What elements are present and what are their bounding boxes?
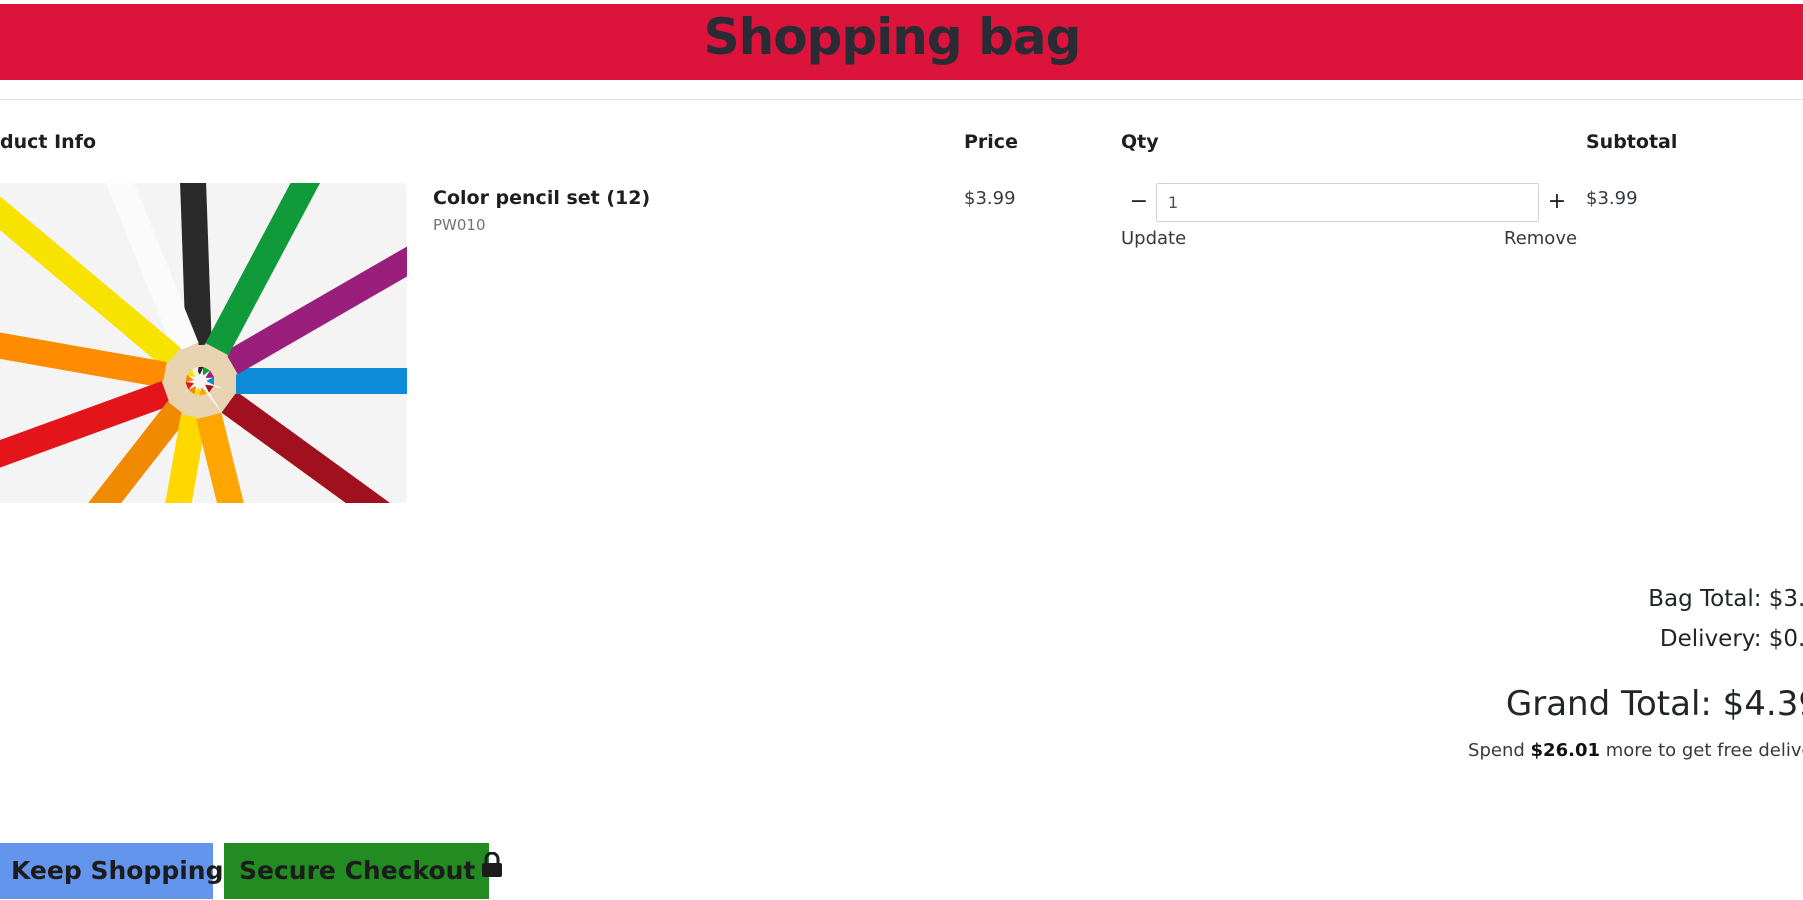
free-delivery-prefix: Spend <box>1468 740 1525 761</box>
header-divider <box>0 99 1803 100</box>
page-title: Shopping bag <box>703 8 1082 66</box>
column-header-subtotal: Subtotal <box>1586 131 1678 153</box>
shopping-bag-page: Shopping bag duct Info Price Qty Subtota… <box>0 0 1803 900</box>
column-header-price: Price <box>964 131 1018 153</box>
free-delivery-suffix: more to get free deliver <box>1605 740 1803 761</box>
product-image[interactable] <box>0 183 407 503</box>
increment-quantity-button[interactable]: + <box>1542 185 1572 219</box>
bag-total: Bag Total: $3.9 <box>1648 586 1803 612</box>
keep-shopping-button[interactable]: Keep Shopping <box>0 843 223 899</box>
free-delivery-amount: $26.01 <box>1530 740 1600 761</box>
product-sku: PW010 <box>433 216 486 234</box>
delivery-cost: Delivery: $0.4 <box>1659 626 1803 652</box>
secure-checkout-label: Secure Checkout <box>239 856 476 885</box>
update-link[interactable]: Update <box>1121 228 1186 249</box>
product-subtotal: $3.99 <box>1586 188 1638 209</box>
remove-link[interactable]: Remove <box>1504 228 1577 249</box>
secure-checkout-button[interactable]: Secure Checkout <box>224 843 503 899</box>
column-header-qty: Qty <box>1121 131 1159 153</box>
color-pencils-image <box>0 183 407 503</box>
page-header-banner: Shopping bag <box>0 4 1803 80</box>
lock-icon <box>481 842 503 898</box>
column-header-product-info: duct Info <box>0 131 97 153</box>
quantity-input[interactable] <box>1156 183 1539 222</box>
free-delivery-message: Spend $26.01 more to get free deliver <box>1300 740 1803 761</box>
decrement-quantity-button[interactable]: − <box>1124 185 1154 219</box>
product-name: Color pencil set (12) <box>433 187 651 209</box>
grand-total: Grand Total: $4.39 <box>1505 684 1803 724</box>
product-price: $3.99 <box>964 188 1016 209</box>
keep-shopping-label: Keep Shopping <box>11 856 224 885</box>
